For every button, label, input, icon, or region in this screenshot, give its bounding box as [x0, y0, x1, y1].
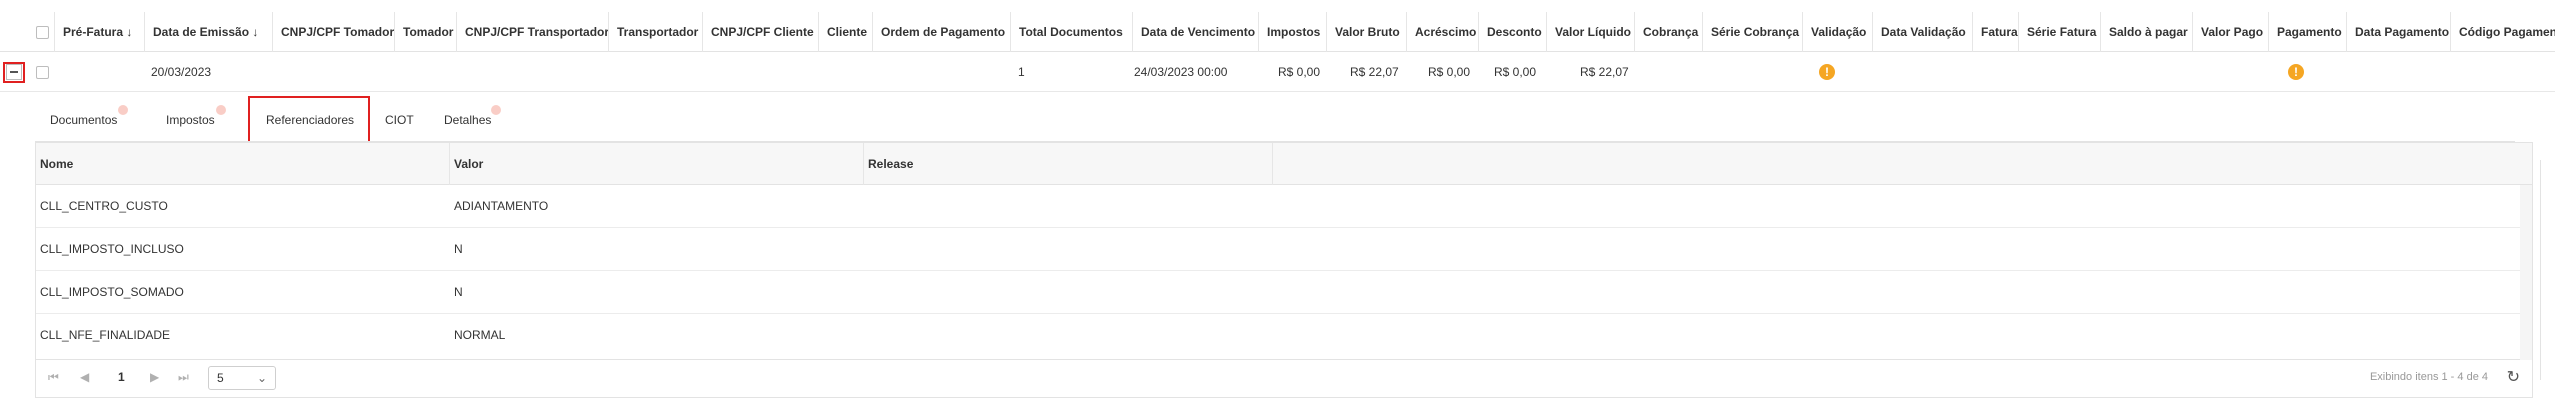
col-header-transportador[interactable]: Transportador	[608, 12, 702, 52]
col-header-fatura[interactable]: Fatura	[1972, 12, 2018, 52]
list-item: CLL_IMPOSTO_SOMADO N	[36, 271, 2532, 314]
last-page-icon[interactable]: ⏭	[178, 370, 189, 385]
col-header-data-validacao[interactable]: Data Validação	[1872, 12, 1972, 52]
grid-header: Pré-Fatura ↓ Data de Emissão ↓ CNPJ/CPF …	[0, 12, 2555, 52]
col-header-tomador[interactable]: Tomador	[394, 12, 456, 52]
tab-detalhes-badge	[491, 105, 501, 115]
col-header-saldo-pagar[interactable]: Saldo à pagar	[2100, 12, 2192, 52]
col-header-cliente[interactable]: Cliente	[818, 12, 872, 52]
row-checkbox[interactable]	[36, 66, 49, 79]
cell-valor: N	[454, 285, 463, 299]
col-header-codigo-pagamento[interactable]: Código Pagamento	[2450, 12, 2555, 52]
col-header-validacao[interactable]: Validação	[1802, 12, 1872, 52]
chevron-down-icon: ⌄	[256, 371, 267, 385]
sub-grid-header: Nome Valor Release	[36, 143, 2532, 185]
cell-impostos: R$ 0,00	[1278, 65, 1321, 79]
next-page-icon[interactable]: ▶	[150, 370, 159, 384]
cell-data-vencimento: 24/03/2023 00:00	[1134, 65, 1228, 79]
page-size-value: 5	[217, 371, 224, 385]
validacao-warning-icon[interactable]: !	[1819, 64, 1835, 80]
refresh-icon[interactable]: ↻	[2507, 367, 2520, 387]
cell-valor: NORMAL	[454, 328, 506, 342]
cell-valor: ADIANTAMENTO	[454, 199, 549, 213]
col-header-cnpj-cliente[interactable]: CNPJ/CPF Cliente	[702, 12, 818, 52]
outer-scrollbar[interactable]	[2540, 160, 2555, 380]
col-header-data-vencimento[interactable]: Data de Vencimento	[1132, 12, 1258, 52]
col-header-valor[interactable]: Valor	[450, 143, 864, 185]
col-header-pre-fatura[interactable]: Pré-Fatura ↓	[54, 12, 144, 52]
list-item: CLL_IMPOSTO_INCLUSO N	[36, 228, 2532, 271]
col-header-valor-bruto[interactable]: Valor Bruto	[1326, 12, 1406, 52]
page-number[interactable]: 1	[118, 370, 125, 384]
cell-total-documentos: 1	[1018, 65, 1025, 79]
col-header-valor-liquido[interactable]: Valor Líquido	[1546, 12, 1634, 52]
list-item: CLL_CENTRO_CUSTO ADIANTAMENTO	[36, 185, 2532, 228]
select-all-checkbox[interactable]	[36, 26, 49, 39]
referenciadores-grid: Nome Valor Release CLL_CENTRO_CUSTO ADIA…	[35, 142, 2533, 360]
col-header-ordem-pagamento[interactable]: Ordem de Pagamento	[872, 12, 1010, 52]
cell-valor-bruto: R$ 22,07	[1350, 65, 1399, 79]
tab-ciot[interactable]: CIOT	[385, 108, 414, 132]
col-header-serie-fatura[interactable]: Série Fatura	[2018, 12, 2100, 52]
col-header-nome[interactable]: Nome	[36, 143, 450, 185]
collapse-highlight	[3, 62, 25, 83]
cell-nome: CLL_IMPOSTO_INCLUSO	[40, 242, 184, 256]
col-header-serie-cobranca[interactable]: Série Cobrança	[1702, 12, 1802, 52]
tab-impostos-badge	[216, 105, 226, 115]
cell-nome: CLL_IMPOSTO_SOMADO	[40, 285, 184, 299]
cell-acrescimo: R$ 0,00	[1428, 65, 1471, 79]
page-size-select[interactable]: 5 ⌄	[208, 366, 276, 390]
col-header-desconto[interactable]: Desconto	[1478, 12, 1546, 52]
col-header-cnpj-tomador[interactable]: CNPJ/CPF Tomador	[272, 12, 394, 52]
list-item: CLL_NFE_FINALIDADE NORMAL	[36, 314, 2532, 357]
cell-data-emissao: 20/03/2023	[151, 65, 212, 79]
tab-detalhes[interactable]: Detalhes	[444, 108, 491, 132]
col-header-data-emissao[interactable]: Data de Emissão ↓	[144, 12, 272, 52]
pager: ⏮ ◀ 1 ▶ ⏭ 5 ⌄ Exibindo itens 1 - 4 de 4 …	[35, 360, 2533, 398]
col-header-total-documentos[interactable]: Total Documentos	[1010, 12, 1132, 52]
col-header-impostos[interactable]: Impostos	[1258, 12, 1326, 52]
pager-info: Exibindo itens 1 - 4 de 4	[2369, 371, 2488, 383]
col-header-data-pagamento[interactable]: Data Pagamento	[2346, 12, 2450, 52]
col-header-valor-pago[interactable]: Valor Pago	[2192, 12, 2268, 52]
first-page-icon[interactable]: ⏮	[48, 370, 59, 385]
vertical-scrollbar[interactable]	[2520, 185, 2532, 360]
col-header-cobranca[interactable]: Cobrança	[1634, 12, 1702, 52]
tab-documentos[interactable]: Documentos	[50, 108, 117, 132]
col-header-cnpj-transportador[interactable]: CNPJ/CPF Transportador	[456, 12, 609, 52]
cell-desconto: R$ 0,00	[1494, 65, 1537, 79]
cell-valor: N	[454, 242, 463, 256]
table-row: 20/03/2023 1 24/03/2023 00:00 R$ 0,00 R$…	[0, 52, 2555, 92]
cell-valor-liquido: R$ 22,07	[1580, 65, 1629, 79]
col-header-acrescimo[interactable]: Acréscimo	[1406, 12, 1478, 52]
cell-nome: CLL_NFE_FINALIDADE	[40, 328, 171, 342]
pagamento-warning-icon[interactable]: !	[2288, 64, 2304, 80]
prev-page-icon[interactable]: ◀	[80, 370, 89, 384]
cell-nome: CLL_CENTRO_CUSTO	[40, 199, 168, 213]
tab-impostos[interactable]: Impostos	[166, 108, 215, 132]
tab-documentos-badge	[118, 105, 128, 115]
col-header-pagamento[interactable]: Pagamento	[2268, 12, 2346, 52]
col-header-release[interactable]: Release	[864, 143, 1273, 185]
